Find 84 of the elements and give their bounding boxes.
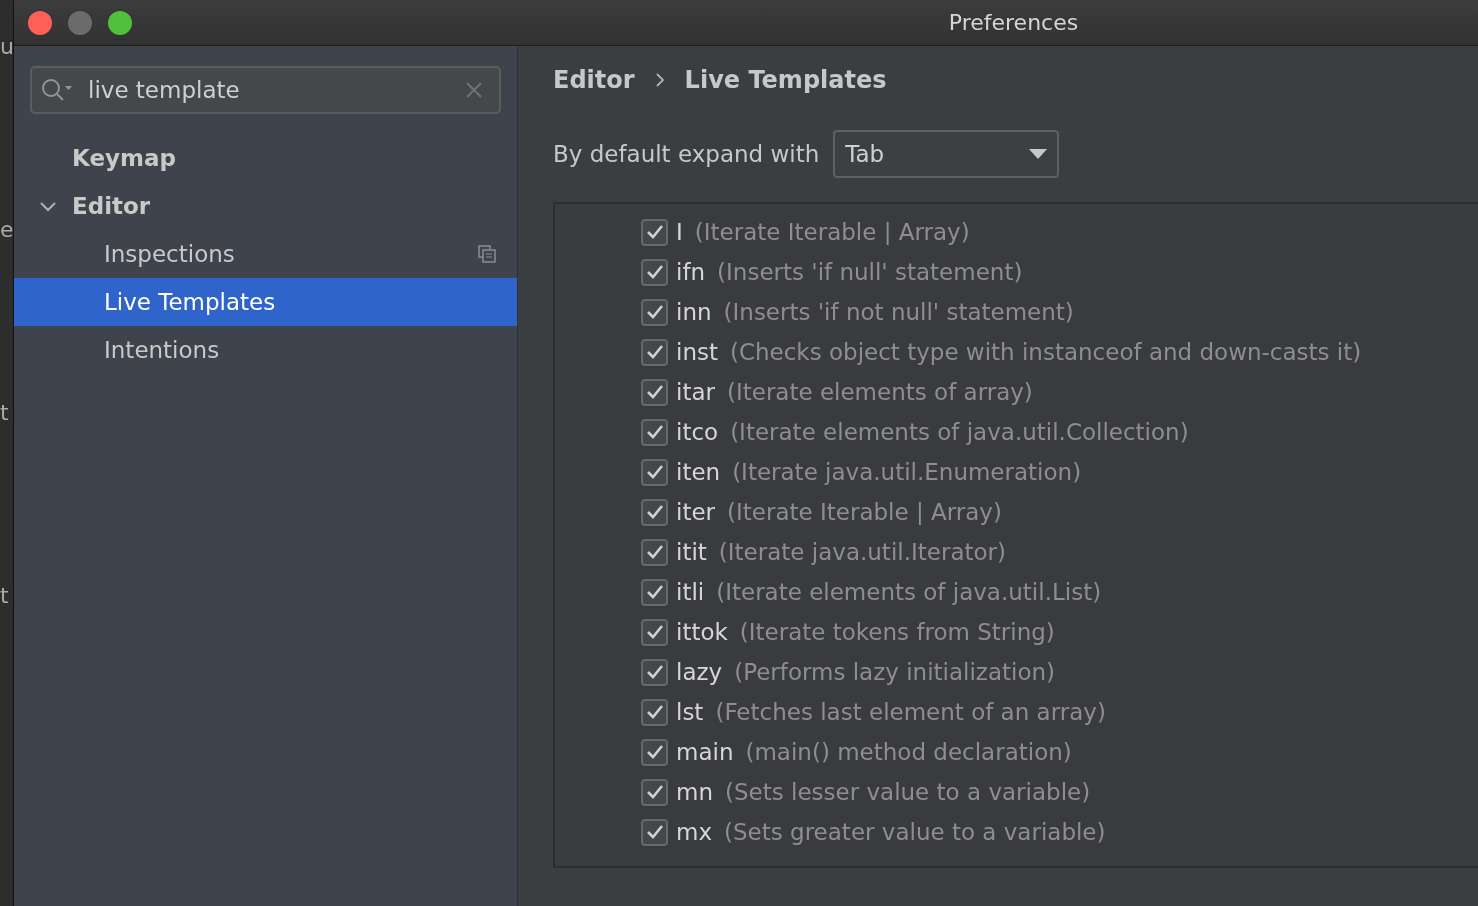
checkmark-icon: [645, 624, 664, 640]
checkmark-icon: [645, 744, 664, 760]
checkbox[interactable]: [641, 618, 668, 646]
checkmark-icon: [645, 584, 664, 600]
checkmark-icon: [645, 344, 664, 360]
template-name: inn: [676, 297, 712, 327]
template-description: (main() method declaration): [745, 737, 1072, 767]
checkmark-icon: [645, 704, 664, 720]
checkmark-icon: [645, 504, 664, 520]
template-description: (Iterate java.util.Iterator): [718, 537, 1006, 567]
template-description: (Checks object type with instanceof and down-casts it): [729, 337, 1362, 367]
checkmark-icon: [645, 264, 664, 280]
expand-dropdown[interactable]: Tab: [833, 130, 1060, 178]
close-button[interactable]: [28, 10, 52, 35]
sidebar-item[interactable]: Inspections: [14, 230, 517, 278]
chevron-right-icon: [654, 73, 665, 87]
template-description: (Sets greater value to a variable): [724, 817, 1106, 847]
template-description: (Iterate elements of array): [726, 377, 1033, 407]
template-name: main: [676, 737, 734, 767]
checkbox[interactable]: [641, 738, 668, 766]
sidebar-item[interactable]: Editor: [14, 182, 517, 230]
checkmark-icon: [645, 544, 664, 560]
template-name: I: [676, 217, 683, 247]
checkbox[interactable]: [641, 298, 668, 326]
checkbox[interactable]: [641, 338, 668, 366]
sidebar-item[interactable]: Live Templates: [14, 278, 517, 326]
breadcrumb-item[interactable]: Editor: [553, 62, 635, 98]
checkbox[interactable]: [641, 378, 668, 406]
caret-icon: [1029, 149, 1048, 159]
background-text: t: [0, 582, 10, 610]
checkbox[interactable]: [641, 418, 668, 446]
template-name: itit: [676, 537, 707, 567]
template-name: itli: [676, 577, 705, 607]
template-name: itco: [676, 417, 719, 447]
checkmark-icon: [645, 424, 664, 440]
template-name: itar: [676, 377, 715, 407]
checkmark-icon: [645, 784, 664, 800]
template-description: (Fetches last element of an array): [715, 697, 1106, 727]
sidebar-item[interactable]: Intentions: [14, 326, 517, 374]
template-description: (Iterate elements of java.util.Collection): [730, 417, 1189, 447]
checkbox[interactable]: [641, 258, 668, 286]
checkmark-icon: [645, 824, 664, 840]
checkbox[interactable]: [641, 218, 668, 246]
search-field[interactable]: live template: [30, 66, 501, 114]
template-description: (Iterate tokens from String): [739, 617, 1055, 647]
template-description: (Iterate elements of java.util.List): [716, 577, 1102, 607]
checkbox[interactable]: [641, 778, 668, 806]
template-name: ifn: [676, 257, 706, 287]
template-name: mn: [676, 777, 713, 807]
checkbox[interactable]: [641, 538, 668, 566]
template-name: iten: [676, 457, 721, 487]
window-title: Preferences: [948, 10, 1079, 35]
sidebar-item[interactable]: Keymap: [14, 134, 517, 182]
checkmark-icon: [645, 464, 664, 480]
template-name: iter: [676, 497, 715, 527]
checkbox[interactable]: [641, 818, 668, 846]
template-name: ittok: [676, 617, 728, 647]
zoom-button[interactable]: [108, 10, 132, 35]
checkbox[interactable]: [641, 578, 668, 606]
template-name: lst: [676, 697, 704, 727]
template-description: (Iterate java.util.Enumeration): [732, 457, 1082, 487]
checkbox[interactable]: [641, 698, 668, 726]
background-text: e: [0, 216, 13, 244]
checkmark-icon: [645, 664, 664, 680]
search-icon: [40, 77, 74, 103]
template-description: (Inserts 'if null' statement): [717, 257, 1023, 287]
template-description: (Inserts 'if not null' statement): [723, 297, 1074, 327]
template-name: lazy: [676, 657, 723, 687]
checkbox[interactable]: [641, 658, 668, 686]
template-name: mx: [676, 817, 713, 847]
checkmark-icon: [645, 224, 664, 240]
expand-label: By default expand with: [553, 139, 820, 169]
checkbox[interactable]: [641, 458, 668, 486]
template-name: inst: [676, 337, 718, 367]
template-description: (Iterate Iterable | Array): [694, 217, 970, 247]
checkmark-icon: [645, 304, 664, 320]
checkmark-icon: [645, 384, 664, 400]
checkbox[interactable]: [641, 498, 668, 526]
template-description: (Sets lesser value to a variable): [725, 777, 1091, 807]
template-description: (Performs lazy initialization): [734, 657, 1056, 687]
breadcrumb-item: Live Templates: [684, 65, 887, 96]
background-text: u: [0, 33, 13, 61]
background-text: t: [0, 399, 10, 427]
template-description: (Iterate Iterable | Array): [727, 497, 1002, 527]
